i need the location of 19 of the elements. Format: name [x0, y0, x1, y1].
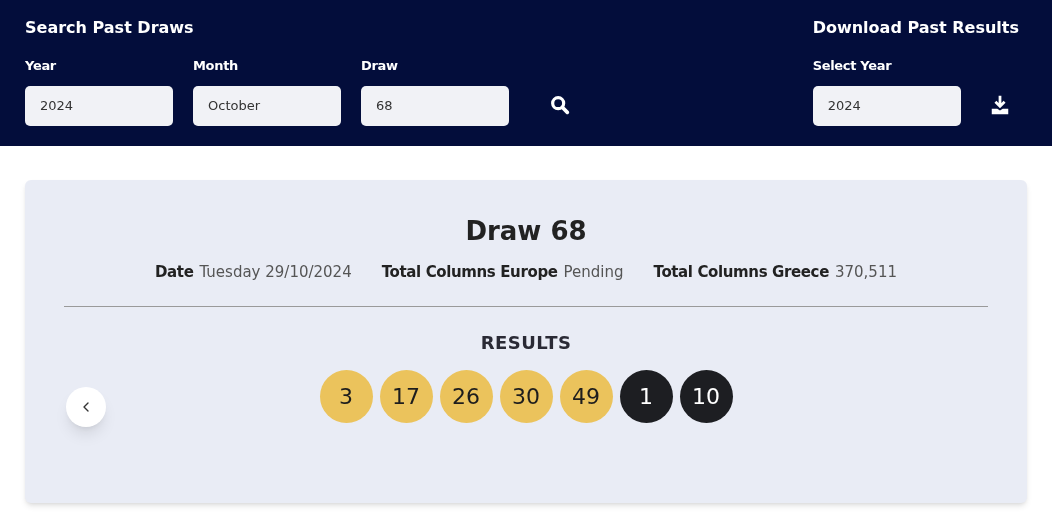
select-field[interactable]: 2024 [25, 85, 173, 126]
field-label: Draw [361, 57, 399, 75]
results-title: RESULTS [480, 330, 572, 355]
detail-value: 370,511 [834, 262, 897, 283]
field-label: Month [193, 57, 239, 75]
field-label: Select Year [812, 57, 893, 75]
field-label: Year [25, 57, 57, 75]
detail-label: Total Columns Europe [381, 262, 558, 283]
select-field[interactable]: 68 [361, 85, 509, 126]
select-field[interactable]: 2024 [812, 85, 961, 126]
detail-value: Tuesday 29/10/2024 [199, 262, 352, 283]
detail-label: Date [155, 262, 194, 283]
section-title: Search Past Draws [25, 17, 195, 39]
draw-title: Draw 68 [465, 215, 587, 248]
section-title: Download Past Results [812, 17, 1019, 39]
search-icon[interactable] [549, 93, 571, 116]
select-field[interactable]: October [193, 85, 341, 126]
detail-value: Pending [563, 262, 624, 283]
detail-label: Total Columns Greece [653, 262, 829, 283]
